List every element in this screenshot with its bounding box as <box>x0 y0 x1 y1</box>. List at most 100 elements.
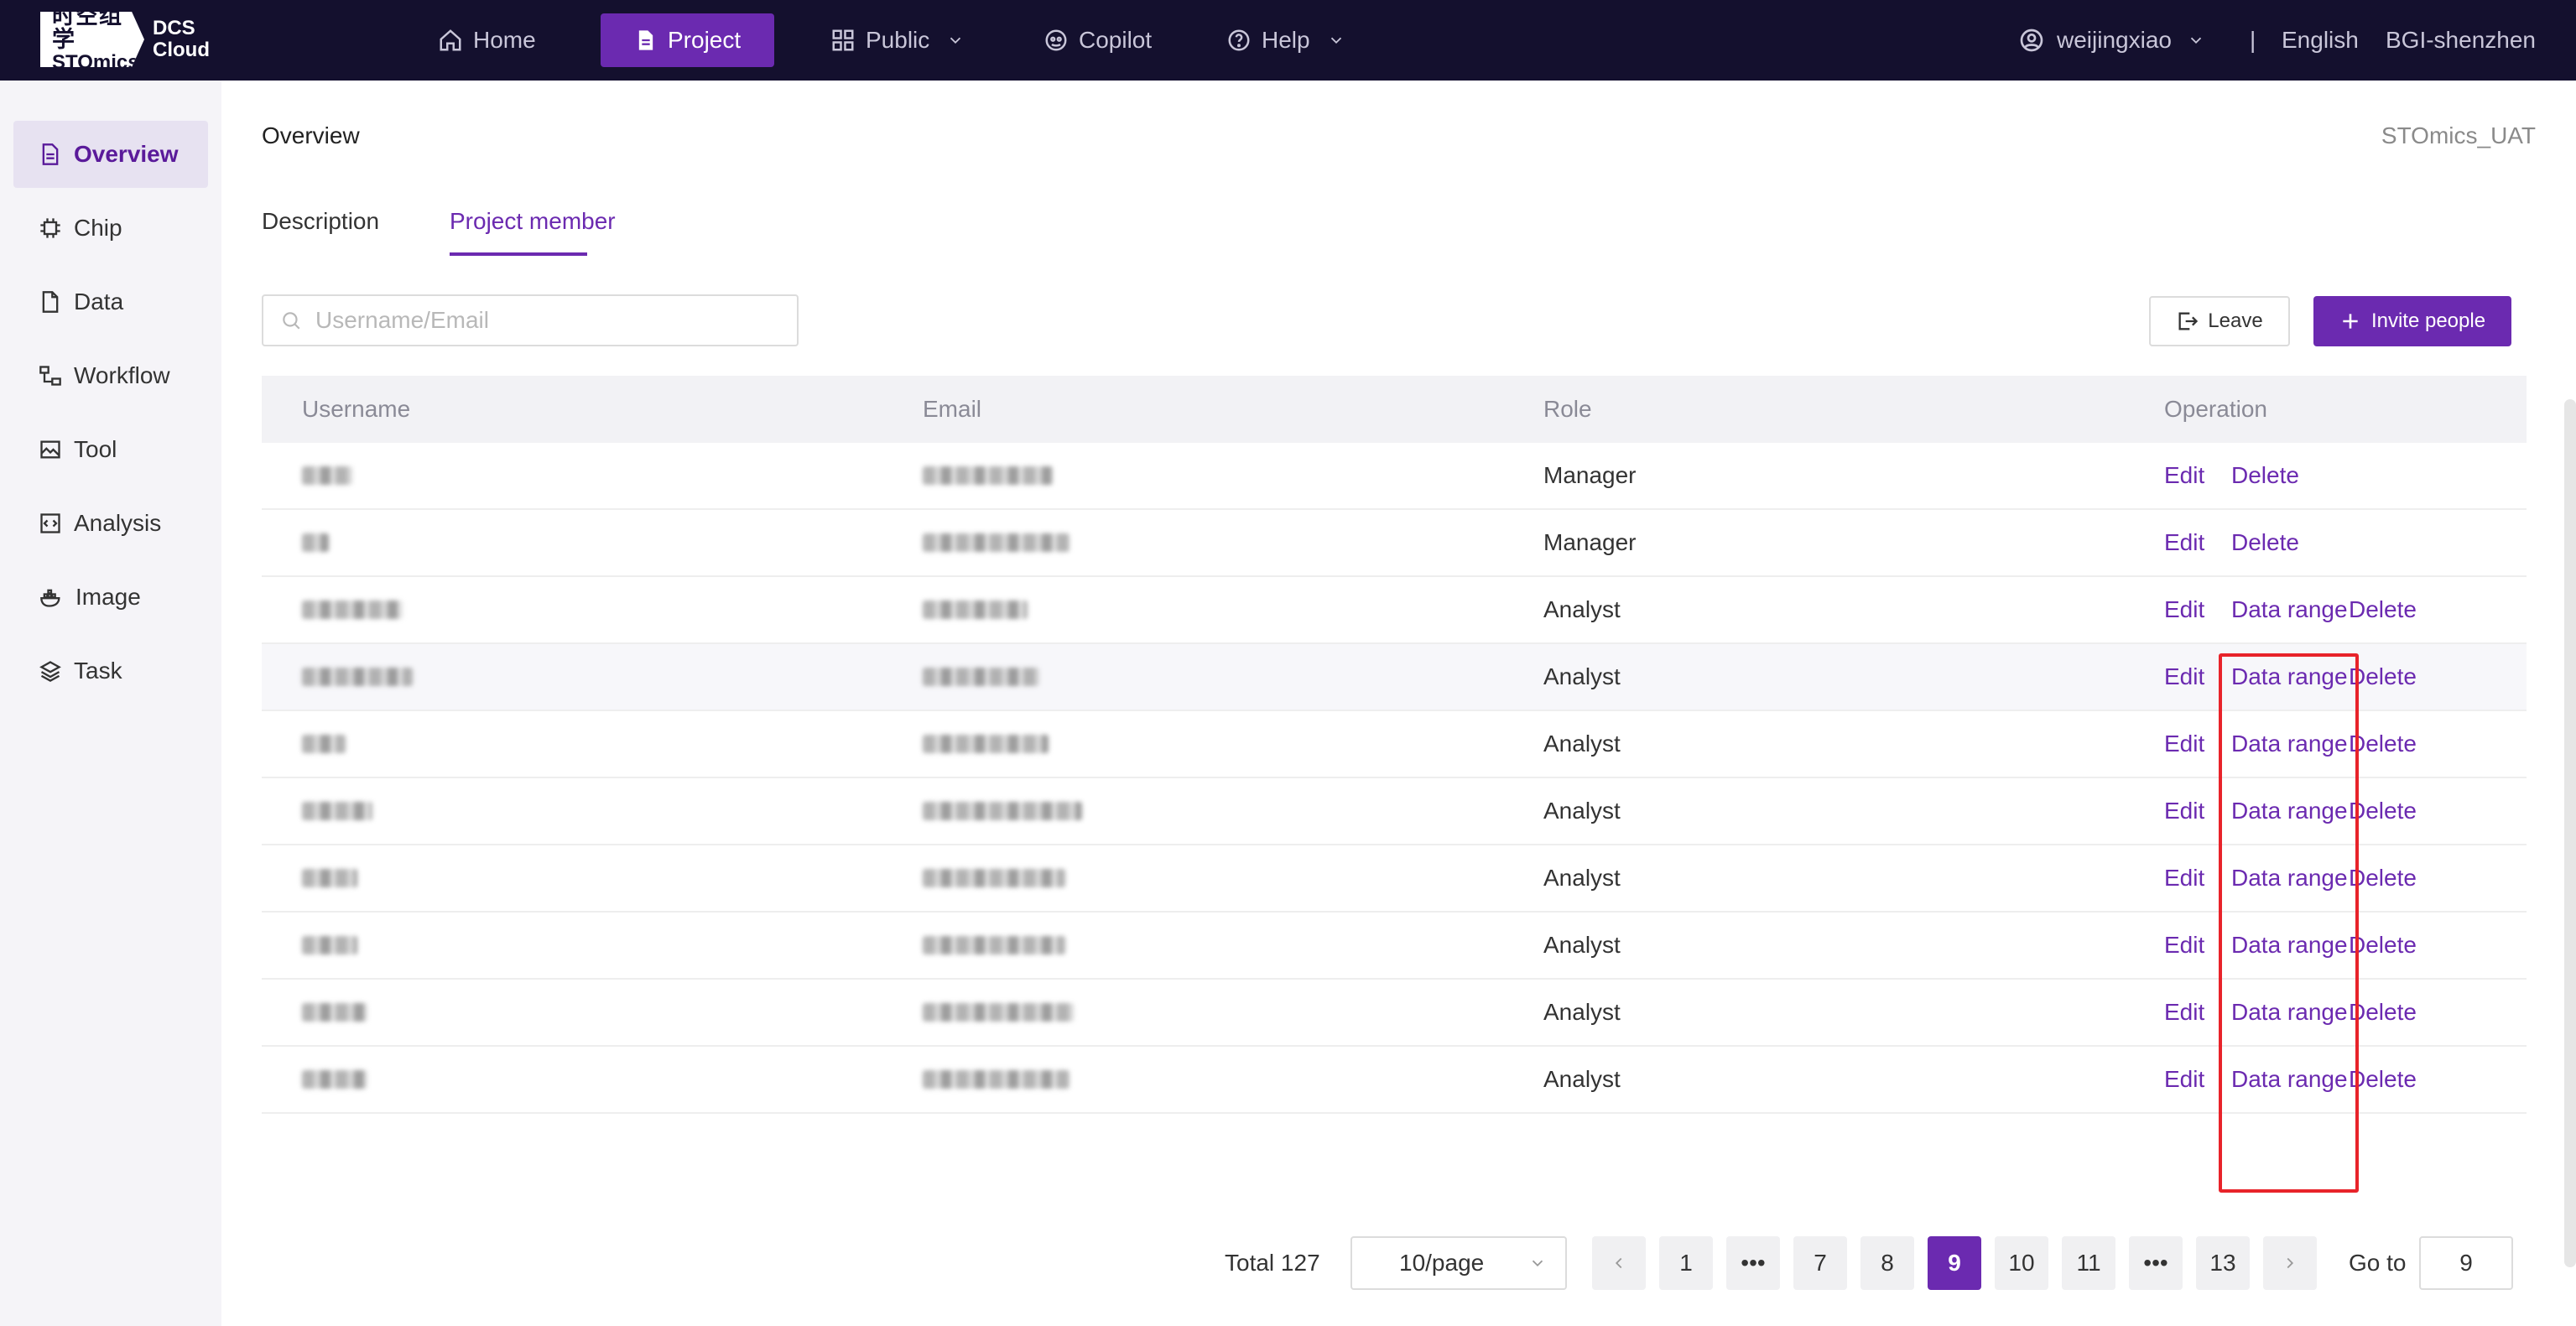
delete-link[interactable]: Delete <box>2349 577 2417 642</box>
sidebar-item-overview[interactable]: Overview <box>13 121 208 188</box>
page-size-select[interactable]: 10/page <box>1350 1236 1567 1290</box>
delete-link[interactable]: Delete <box>2349 980 2417 1045</box>
username-redacted <box>302 601 403 619</box>
sidebar-item-chip[interactable]: Chip <box>13 195 208 262</box>
layers-icon <box>39 661 61 683</box>
workflow-icon <box>39 366 61 386</box>
table-row: Analyst Edit Data range Delete <box>262 1047 2527 1114</box>
delete-link[interactable]: Delete <box>2349 644 2417 710</box>
chevron-left-icon <box>1615 1257 1622 1269</box>
role-cell: Analyst <box>1543 1066 1621 1092</box>
page-button[interactable]: 1 <box>1659 1236 1713 1290</box>
data-range-link[interactable]: Data range <box>2231 778 2348 844</box>
delete-link[interactable]: Delete <box>2349 711 2417 777</box>
invite-people-button[interactable]: Invite people <box>2313 296 2511 346</box>
prev-page-button[interactable] <box>1592 1236 1646 1290</box>
page-button-current[interactable]: 9 <box>1928 1236 1981 1290</box>
sidebar-item-task[interactable]: Task <box>13 637 208 705</box>
sidebar-item-workflow[interactable]: Workflow <box>13 342 208 409</box>
username-redacted <box>302 1070 367 1089</box>
sidebar-item-analysis[interactable]: Analysis <box>13 490 208 557</box>
logo[interactable]: 时空组学 STOmics DCS Cloud <box>40 12 210 67</box>
leave-button[interactable]: Leave <box>2149 296 2290 346</box>
nav-home[interactable]: Home <box>438 13 536 67</box>
email-redacted <box>923 1003 1074 1022</box>
data-range-link[interactable]: Data range <box>2231 577 2348 642</box>
edit-link[interactable]: Edit <box>2164 1047 2204 1112</box>
delete-link[interactable]: Delete <box>2231 443 2299 508</box>
nav-copilot[interactable]: Copilot <box>1043 13 1152 67</box>
product-name: DCS Cloud <box>153 18 210 61</box>
page-button[interactable]: 11 <box>2062 1236 2115 1290</box>
product-name-line1: DCS <box>153 17 195 39</box>
top-navbar: 时空组学 STOmics DCS Cloud Home Project Publ… <box>0 0 2576 81</box>
leave-button-label: Leave <box>2208 309 2263 332</box>
page-button[interactable]: 8 <box>1860 1236 1914 1290</box>
page-button[interactable]: 7 <box>1793 1236 1847 1290</box>
sidebar-item-image[interactable]: Image <box>13 564 208 631</box>
email-redacted <box>923 533 1069 552</box>
table-row: Analyst Edit Data range Delete <box>262 577 2527 644</box>
username-label: weijingxiao <box>2057 27 2172 53</box>
data-range-link[interactable]: Data range <box>2231 980 2348 1045</box>
data-range-link[interactable]: Data range <box>2231 845 2348 911</box>
copilot-icon <box>1045 29 1067 51</box>
delete-link[interactable]: Delete <box>2231 510 2299 575</box>
page-ellipsis-button[interactable]: ••• <box>1726 1236 1780 1290</box>
image-icon <box>40 440 60 459</box>
search-box[interactable] <box>262 294 799 346</box>
role-cell: Analyst <box>1543 932 1621 958</box>
email-redacted <box>923 601 1028 619</box>
scrollbar[interactable] <box>2564 399 2576 1267</box>
nav-project[interactable]: Project <box>601 13 775 67</box>
user-menu[interactable]: weijingxiao <box>2018 0 2205 81</box>
table-row: Analyst Edit Data range Delete <box>262 913 2527 980</box>
document-icon <box>42 143 59 165</box>
sidebar-item-tool[interactable]: Tool <box>13 416 208 483</box>
edit-link[interactable]: Edit <box>2164 711 2204 777</box>
edit-link[interactable]: Edit <box>2164 443 2204 508</box>
user-icon <box>2020 29 2043 52</box>
goto-label: Go to <box>2349 1250 2407 1276</box>
chevron-down-icon <box>2190 37 2202 44</box>
page-button[interactable]: 13 <box>2196 1236 2250 1290</box>
nav-help[interactable]: Help <box>1226 13 1345 67</box>
delete-link[interactable]: Delete <box>2349 778 2417 844</box>
region-switch[interactable]: BGI-shenzhen <box>2386 0 2536 81</box>
page-button[interactable]: 10 <box>1995 1236 2048 1290</box>
edit-link[interactable]: Edit <box>2164 913 2204 978</box>
edit-link[interactable]: Edit <box>2164 778 2204 844</box>
nav-public-label: Public <box>866 27 930 53</box>
goto-page-input[interactable]: 9 <box>2419 1236 2513 1290</box>
data-range-link[interactable]: Data range <box>2231 913 2348 978</box>
edit-link[interactable]: Edit <box>2164 980 2204 1045</box>
data-range-link[interactable]: Data range <box>2231 1047 2348 1112</box>
table-row: Manager Edit Delete <box>262 443 2527 510</box>
member-table: Username Email Role Operation Manager Edi… <box>262 376 2527 1114</box>
table-row: Manager Edit Delete <box>262 510 2527 577</box>
edit-link[interactable]: Edit <box>2164 577 2204 642</box>
sidebar-item-data[interactable]: Data <box>13 268 208 335</box>
edit-link[interactable]: Edit <box>2164 845 2204 911</box>
nav-help-label: Help <box>1262 27 1310 53</box>
sidebar-item-label: Overview <box>74 141 179 167</box>
email-redacted <box>923 869 1065 887</box>
next-page-button[interactable] <box>2263 1236 2317 1290</box>
tab-project-member[interactable]: Project member <box>450 208 616 235</box>
edit-link[interactable]: Edit <box>2164 510 2204 575</box>
username-redacted <box>302 668 413 686</box>
table-row: Analyst Edit Data range Delete <box>262 980 2527 1047</box>
nav-public[interactable]: Public <box>830 13 965 67</box>
delete-link[interactable]: Delete <box>2349 913 2417 978</box>
edit-link[interactable]: Edit <box>2164 644 2204 710</box>
delete-link[interactable]: Delete <box>2349 1047 2417 1112</box>
data-range-link[interactable]: Data range <box>2231 711 2348 777</box>
language-switch[interactable]: English <box>2282 0 2359 81</box>
page-ellipsis-button[interactable]: ••• <box>2129 1236 2183 1290</box>
search-input[interactable] <box>314 306 787 335</box>
tab-description[interactable]: Description <box>262 208 379 235</box>
data-range-link[interactable]: Data range <box>2231 644 2348 710</box>
sidebar-item-label: Analysis <box>74 510 162 536</box>
delete-link[interactable]: Delete <box>2349 845 2417 911</box>
sidebar-item-label: Image <box>75 584 141 610</box>
